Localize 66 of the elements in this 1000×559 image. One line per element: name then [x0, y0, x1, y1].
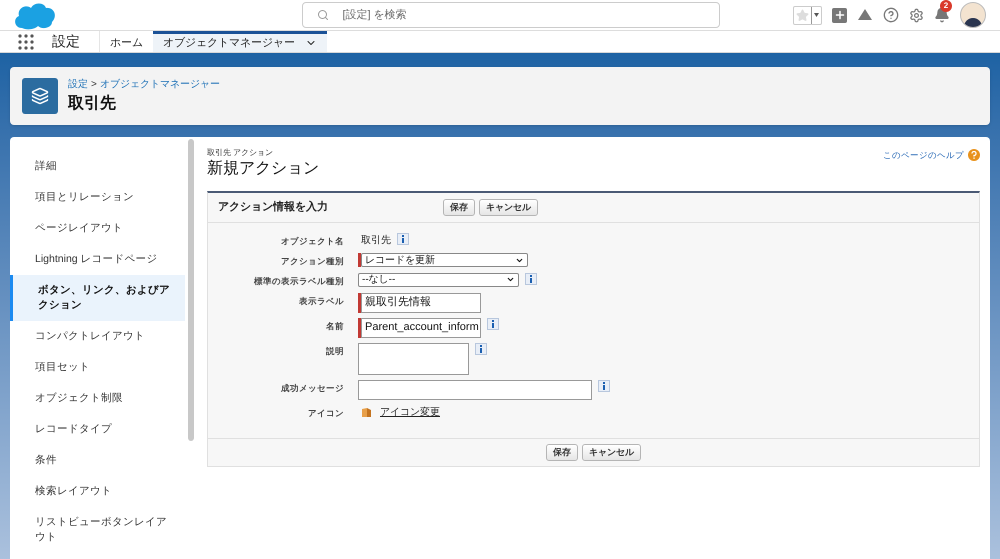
- avatar[interactable]: [960, 2, 986, 28]
- nav-tab[interactable]: ホーム: [100, 31, 153, 52]
- sidebar-item[interactable]: 項目とリレーション: [10, 182, 185, 213]
- sidebar-item[interactable]: Lightning レコードページ: [10, 244, 185, 275]
- field-label: アイコン: [307, 406, 345, 420]
- info-icon: [598, 380, 610, 392]
- sidebar-item[interactable]: 条件: [10, 445, 185, 476]
- info-icon: [525, 272, 537, 285]
- textarea-field[interactable]: [358, 342, 469, 374]
- nav-tab[interactable]: オブジェクトマネージャー: [153, 31, 327, 52]
- form-button[interactable]: キャンセル: [582, 444, 641, 460]
- search-field[interactable]: [設定] を検索: [302, 2, 720, 28]
- layers-icon: [22, 78, 58, 114]
- sidebar-item[interactable]: オブジェクト制限: [10, 383, 185, 414]
- field-label: 成功メッセージ: [280, 382, 345, 394]
- select-field[interactable]: --なし--: [358, 272, 519, 287]
- favorites-button[interactable]: [793, 6, 822, 24]
- page-title: 取引先: [68, 94, 117, 114]
- form-button[interactable]: 保存: [546, 444, 578, 460]
- notification-badge: 2: [940, 0, 952, 12]
- settings-icon[interactable]: [909, 8, 924, 22]
- breadcrumb-separator: >: [91, 78, 97, 92]
- content-title: 新規アクション: [207, 159, 319, 179]
- form-button[interactable]: キャンセル: [479, 199, 538, 216]
- trailhead-icon[interactable]: [857, 8, 873, 22]
- field-label: 標準の表示ラベル種別: [253, 274, 345, 288]
- sidebar-item[interactable]: ページレイアウト: [10, 213, 185, 244]
- app-launcher-icon[interactable]: [18, 34, 34, 50]
- search-icon: [316, 9, 328, 21]
- page-subtitle: 取引先 アクション: [207, 147, 274, 159]
- field-label: オブジェクト名: [280, 235, 345, 248]
- sidebar-item[interactable]: コンパクトレイアウト: [10, 321, 185, 352]
- required-marker: [358, 253, 361, 267]
- field-label: 名前: [325, 320, 345, 332]
- form-button[interactable]: 保存: [443, 199, 475, 216]
- field-label: 説明: [324, 344, 345, 358]
- change-icon-link[interactable]: アイコン変更: [380, 404, 440, 420]
- breadcrumb-link[interactable]: オブジェクトマネージャー: [100, 76, 220, 92]
- sidebar-item[interactable]: 項目セット: [10, 352, 185, 383]
- required-marker: [358, 292, 361, 312]
- caret-icon: [814, 13, 819, 17]
- input-field[interactable]: Parent_account_inform: [361, 318, 481, 338]
- field-label: 表示ラベル: [298, 294, 345, 308]
- sidebar-item[interactable]: ボタン、リンク、およびアクション: [10, 275, 185, 321]
- input-field[interactable]: [358, 380, 592, 400]
- sidebar-item[interactable]: 検索レイアウト: [10, 476, 185, 507]
- info-icon: [397, 233, 409, 245]
- help-icon[interactable]: [883, 7, 899, 23]
- input-field[interactable]: 親取引先情報: [361, 292, 481, 312]
- info-icon: [475, 342, 487, 354]
- info-icon: [487, 318, 499, 330]
- sidebar-item[interactable]: 詳細: [10, 151, 185, 182]
- select-field[interactable]: レコードを更新: [361, 253, 528, 267]
- sidebar-item[interactable]: レコードタイプ: [10, 414, 185, 445]
- form-title: アクション情報を入力: [218, 200, 329, 216]
- help-icon[interactable]: [968, 149, 980, 162]
- star-icon: [796, 8, 809, 22]
- breadcrumb-link[interactable]: 設定: [68, 76, 88, 92]
- field-label: アクション種別: [280, 255, 345, 268]
- add-button[interactable]: [832, 8, 847, 22]
- field-value: 取引先: [360, 234, 391, 248]
- sidebar-item[interactable]: リストビューボタンレイアウト: [10, 507, 185, 553]
- app-name: 設定: [52, 32, 80, 51]
- help-link[interactable]: このページのヘルプ: [883, 149, 964, 162]
- required-marker: [358, 318, 361, 338]
- scrollbar[interactable]: [188, 139, 194, 441]
